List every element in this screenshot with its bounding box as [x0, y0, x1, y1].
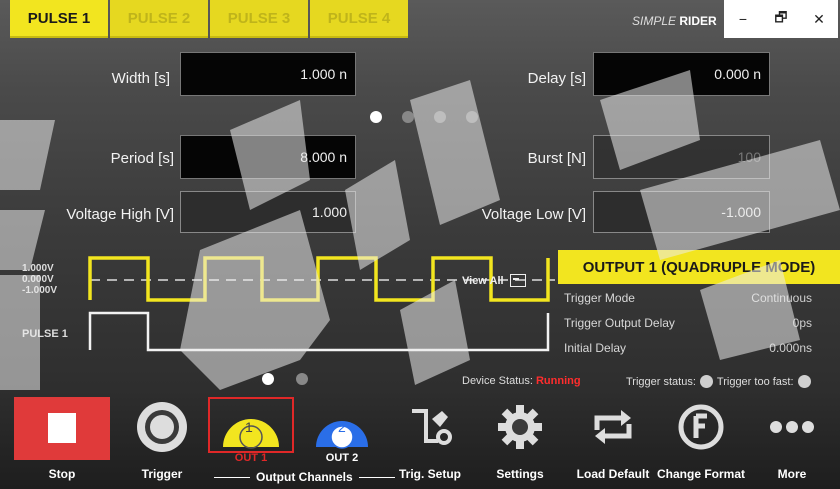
pager-dot-2[interactable] [402, 111, 414, 123]
burst-label: Burst [N] [527, 150, 586, 167]
device-status-value: Running [535, 375, 581, 387]
view-all-label: View All [462, 274, 504, 287]
brand-name: RIDER [679, 14, 717, 28]
output-info-panel: OUTPUT 1 (QUADRUPLE MODE) Trigger Mode C… [558, 250, 840, 365]
trigger-icon [130, 398, 194, 456]
trigger-status: Trigger status: Trigger too fast: [626, 375, 815, 388]
more-icon [760, 398, 824, 456]
burst-field[interactable]: 100 [593, 135, 770, 179]
load-default-label: Load Default [576, 467, 650, 481]
out2-number: 2 [338, 419, 346, 435]
pager-dot-3[interactable] [434, 111, 446, 123]
tab-pulse-4[interactable]: PULSE 4 [310, 0, 408, 38]
waveform-pager-dot-2[interactable] [296, 373, 308, 385]
trigger-fast-led [797, 375, 811, 388]
settings-button[interactable]: Settings [480, 392, 560, 489]
voltage-zero-tick: 0.000V [22, 274, 54, 285]
tab-pulse-3[interactable]: PULSE 3 [210, 0, 308, 38]
out2-label: OUT 2 [325, 452, 359, 464]
stop-label: Stop [48, 467, 76, 481]
voltage-high-label: Voltage High [V] [66, 206, 174, 223]
delay-label: Delay [s] [527, 70, 586, 87]
out1-number: 1 [245, 419, 253, 435]
trig-setup-icon [398, 398, 462, 456]
waveform-preview: 1.000V 0.000V -1.000V PULSE 1 View All [0, 250, 560, 360]
app-window: PULSE 1 PULSE 2 PULSE 3 PULSE 4 SIMPLE R… [0, 0, 840, 489]
pager-dot-1[interactable] [370, 111, 382, 123]
more-button[interactable]: More [754, 392, 830, 489]
reload-icon [581, 398, 645, 456]
info-key: Initial Delay [564, 341, 627, 355]
minimize-button[interactable]: − [724, 0, 762, 38]
info-row-trigger-output-delay: Trigger Output Delay 0ps [558, 312, 840, 336]
voltage-high-tick: 1.000V [22, 263, 54, 274]
device-status-label: Device Status: [462, 375, 533, 387]
waveform-svg [88, 256, 555, 352]
width-field[interactable]: 1.000 n [180, 52, 356, 96]
info-key: Trigger Mode [564, 291, 635, 305]
info-value: 0.000ns [769, 341, 812, 355]
tab-pulse-2[interactable]: PULSE 2 [110, 0, 208, 38]
voltage-low-field[interactable]: -1.000 [593, 191, 770, 233]
restore-button[interactable]: 🗗 [762, 0, 800, 38]
period-label: Period [s] [110, 150, 174, 167]
output-info-title: OUTPUT 1 (QUADRUPLE MODE) [558, 250, 840, 284]
voltage-low-label: Voltage Low [V] [481, 206, 586, 223]
trig-setup-label: Trig. Setup [398, 467, 461, 481]
brand-logo: SIMPLE RIDER [632, 14, 717, 28]
trigger-status-label: Trigger status: [626, 375, 696, 388]
output-channels-group-label: Output Channels [208, 470, 401, 484]
period-field[interactable]: 8.000 n [180, 135, 356, 179]
view-all-button[interactable]: View All [462, 274, 526, 287]
tab-pulse-1[interactable]: PULSE 1 [10, 0, 108, 38]
trig-setup-button[interactable]: Trig. Setup [390, 392, 470, 489]
trigger-label: Trigger [141, 467, 183, 481]
info-row-trigger-mode: Trigger Mode Continuous [558, 287, 840, 311]
info-key: Trigger Output Delay [564, 316, 675, 330]
trigger-button[interactable]: Trigger [124, 392, 200, 489]
trigger-fast-label: Trigger too fast: [716, 375, 794, 388]
close-button[interactable]: ✕ [800, 0, 838, 38]
voltage-low-tick: -1.000V [22, 285, 58, 296]
width-label: Width [s] [111, 70, 170, 87]
change-format-button[interactable]: Change Format [657, 392, 746, 489]
pager-dot-4[interactable] [466, 111, 478, 123]
info-value: Continuous [751, 291, 812, 305]
change-format-label: Change Format [657, 467, 746, 481]
waveform-pager-dot-1[interactable] [262, 373, 274, 385]
delay-field[interactable]: 0.000 n [593, 52, 770, 96]
trigger-status-led [699, 375, 713, 388]
output-channels-label: Output Channels [256, 470, 353, 484]
settings-label: Settings [496, 467, 544, 481]
more-label: More [777, 467, 807, 481]
device-status: Device Status: Running [462, 375, 581, 387]
expand-icon [509, 274, 526, 287]
info-row-initial-delay: Initial Delay 0.000ns [558, 337, 840, 361]
voltage-high-field[interactable]: 1.000 [180, 191, 356, 233]
pulse-trace-1 [88, 311, 550, 352]
info-value: 0ps [792, 316, 812, 330]
stop-tool[interactable]: Stop [14, 392, 110, 489]
out1-label: OUT 1 [234, 452, 268, 464]
pulse-channel-label: PULSE 1 [22, 328, 68, 340]
load-default-button[interactable]: Load Default [570, 392, 656, 489]
format-icon [669, 398, 733, 456]
gear-icon [488, 398, 552, 456]
brand-prefix: SIMPLE [632, 14, 677, 28]
